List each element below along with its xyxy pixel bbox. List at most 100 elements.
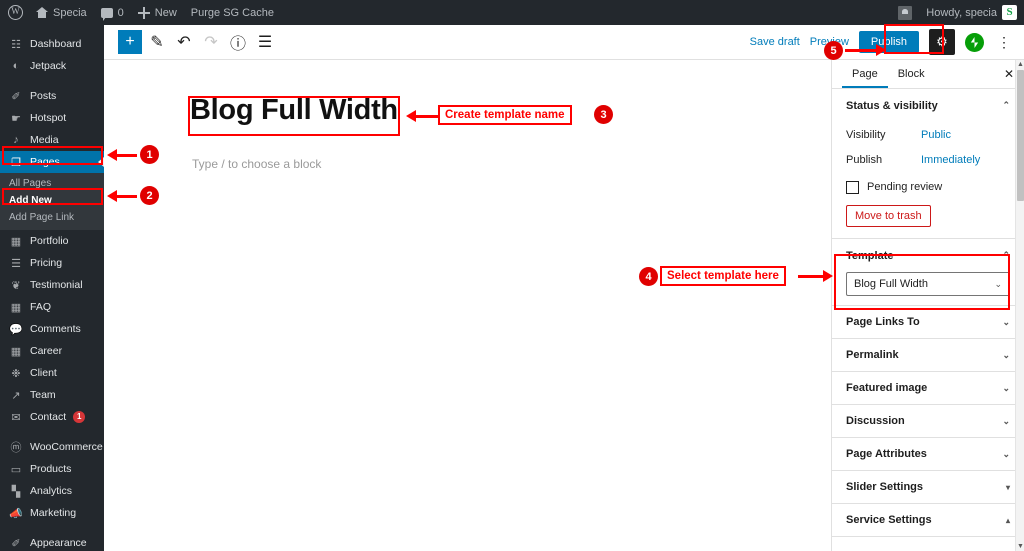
preview-button[interactable]: Preview: [810, 36, 849, 48]
sidebar-item-testimonial[interactable]: ❦ Testimonial: [0, 274, 104, 296]
dashboard-icon: ☷: [9, 37, 23, 51]
sidebar-item-contact[interactable]: ✉ Contact 1: [0, 406, 104, 428]
sidebar-item-jetpack[interactable]: ◐ Jetpack: [0, 55, 104, 77]
chevron-down-icon: ⌄: [1002, 449, 1010, 460]
site-name-label: Specia: [53, 7, 87, 19]
sidebar-item-pages[interactable]: ❐ Pages: [0, 151, 104, 173]
portfolio-icon: ▦: [9, 234, 23, 248]
jetpack-icon: ◐: [9, 59, 23, 73]
scroll-up-arrow-icon[interactable]: ▲: [1016, 60, 1024, 69]
sidebar-item-career[interactable]: ▦ Career: [0, 340, 104, 362]
section-title: Status & visibility: [846, 100, 938, 112]
editor-top-toolbar: + ✎ ↶ ↷ ⓘ ☰ Save draft Preview Publish ⚙…: [104, 25, 1024, 60]
admin-bar-screen-indicator[interactable]: [891, 0, 919, 25]
visibility-value-button[interactable]: Public: [921, 129, 951, 141]
template-section: Template ⌃ Blog Full Width ⌄: [832, 239, 1024, 306]
sidebar-item-media[interactable]: ♪ Media: [0, 129, 104, 151]
tab-block[interactable]: Block: [888, 60, 935, 88]
purge-cache-label: Purge SG Cache: [191, 7, 274, 19]
section-title: Slider Settings: [846, 481, 923, 493]
pending-review-checkbox[interactable]: [846, 181, 859, 194]
sidebar-item-products[interactable]: ▭ Products: [0, 458, 104, 480]
sidebar-item-team[interactable]: ↗ Team: [0, 384, 104, 406]
admin-bar-new-content[interactable]: New: [131, 0, 184, 25]
sidebar-item-appearance[interactable]: ✐ Appearance: [0, 532, 104, 551]
admin-bar-site-name[interactable]: Specia: [29, 0, 94, 25]
sidebar-item-client[interactable]: ❉ Client: [0, 362, 104, 384]
admin-bar-comments[interactable]: 0: [94, 0, 131, 25]
faq-icon: ▦: [9, 300, 23, 314]
sidebar-item-label: FAQ: [30, 301, 51, 313]
sidebar-item-woocommerce[interactable]: ⓜ WooCommerce: [0, 436, 104, 458]
triangle-down-icon: ▾: [1006, 483, 1010, 492]
jetpack-icon[interactable]: [965, 33, 984, 52]
add-block-button[interactable]: +: [118, 30, 142, 54]
contact-count-badge: 1: [73, 411, 85, 423]
settings-gear-icon[interactable]: ⚙: [929, 29, 955, 55]
section-service-settings[interactable]: Service Settings ▴: [832, 504, 1024, 537]
sidebar-item-portfolio[interactable]: ▦ Portfolio: [0, 230, 104, 252]
section-permalink[interactable]: Permalink ⌄: [832, 339, 1024, 372]
details-info-button[interactable]: ⓘ: [226, 30, 250, 54]
section-page-links-to[interactable]: Page Links To ⌄: [832, 306, 1024, 339]
sidebar-item-hotspot[interactable]: ☛ Hotspot: [0, 107, 104, 129]
sidebar-item-label: Hotspot: [30, 112, 66, 124]
siteground-icon: S: [1002, 5, 1017, 20]
close-icon[interactable]: ✕: [1002, 67, 1016, 81]
settings-panel-scrollbar[interactable]: ▲ ▼: [1015, 60, 1024, 551]
submenu-item-add-new[interactable]: Add New: [0, 192, 104, 209]
career-icon: ▦: [9, 344, 23, 358]
menu-spacer: [0, 25, 104, 33]
status-visibility-header[interactable]: Status & visibility ⌃: [846, 89, 1010, 122]
section-page-attributes[interactable]: Page Attributes ⌄: [832, 438, 1024, 471]
section-slider-settings[interactable]: Slider Settings ▾: [832, 471, 1024, 504]
undo-button[interactable]: ↶: [172, 30, 196, 54]
pin-icon: ✐: [9, 89, 23, 103]
edit-tool-button[interactable]: ✎: [145, 30, 169, 54]
pending-review-row[interactable]: Pending review: [846, 174, 1010, 200]
sidebar-item-posts[interactable]: ✐ Posts: [0, 85, 104, 107]
wordpress-block-editor-screen: Specia 0 New Purge SG Cache Howdy, speci…: [0, 0, 1024, 551]
post-title-input[interactable]: Blog Full Width: [190, 94, 398, 127]
more-options-button[interactable]: ⋮: [994, 34, 1014, 51]
media-icon: ♪: [9, 133, 23, 147]
scroll-down-arrow-icon[interactable]: ▼: [1016, 542, 1024, 551]
publish-button[interactable]: Publish: [859, 31, 919, 53]
sidebar-item-dashboard[interactable]: ☷ Dashboard: [0, 33, 104, 55]
section-discussion[interactable]: Discussion ⌄: [832, 405, 1024, 438]
chevron-up-icon: ⌃: [1002, 100, 1010, 111]
sidebar-item-faq[interactable]: ▦ FAQ: [0, 296, 104, 318]
pending-review-label: Pending review: [867, 181, 942, 193]
pricing-icon: ☰: [9, 256, 23, 270]
default-block-placeholder[interactable]: Type / to choose a block: [192, 157, 321, 171]
sidebar-item-marketing[interactable]: 📣 Marketing: [0, 502, 104, 524]
redo-button[interactable]: ↷: [199, 30, 223, 54]
admin-bar-purge-cache[interactable]: Purge SG Cache: [184, 0, 281, 25]
sidebar-item-label: Posts: [30, 90, 56, 102]
sidebar-item-label: Career: [30, 345, 62, 357]
scrollbar-thumb[interactable]: [1017, 70, 1024, 201]
list-view-button[interactable]: ☰: [253, 30, 277, 54]
marketing-icon: 📣: [9, 506, 23, 520]
sidebar-item-comments[interactable]: 💬 Comments: [0, 318, 104, 340]
template-section-header[interactable]: Template ⌃: [846, 239, 1010, 272]
team-icon: ↗: [9, 388, 23, 402]
sidebar-item-label: Team: [30, 389, 56, 401]
publish-date-button[interactable]: Immediately: [921, 154, 980, 166]
submenu-item-add-page-link[interactable]: Add Page Link: [0, 209, 104, 226]
chevron-down-icon: ⌄: [994, 279, 1002, 290]
save-draft-button[interactable]: Save draft: [750, 36, 800, 48]
submenu-item-all-pages[interactable]: All Pages: [0, 175, 104, 192]
plus-icon: [138, 7, 150, 19]
admin-bar-my-account[interactable]: Howdy, specia S: [919, 0, 1024, 25]
sidebar-item-analytics[interactable]: ▚ Analytics: [0, 480, 104, 502]
section-featured-image[interactable]: Featured image ⌄: [832, 372, 1024, 405]
sidebar-item-label: Testimonial: [30, 279, 83, 291]
admin-bar-wp-logo[interactable]: [0, 0, 29, 25]
template-select[interactable]: Blog Full Width ⌄: [846, 272, 1010, 296]
move-to-trash-button[interactable]: Move to trash: [846, 205, 931, 227]
section-title: Template: [846, 250, 893, 262]
sidebar-item-pricing[interactable]: ☰ Pricing: [0, 252, 104, 274]
tab-page[interactable]: Page: [842, 60, 888, 88]
admin-sidebar-menu: ☷ Dashboard ◐ Jetpack ✐ Posts ☛ Hotspot …: [0, 25, 104, 551]
